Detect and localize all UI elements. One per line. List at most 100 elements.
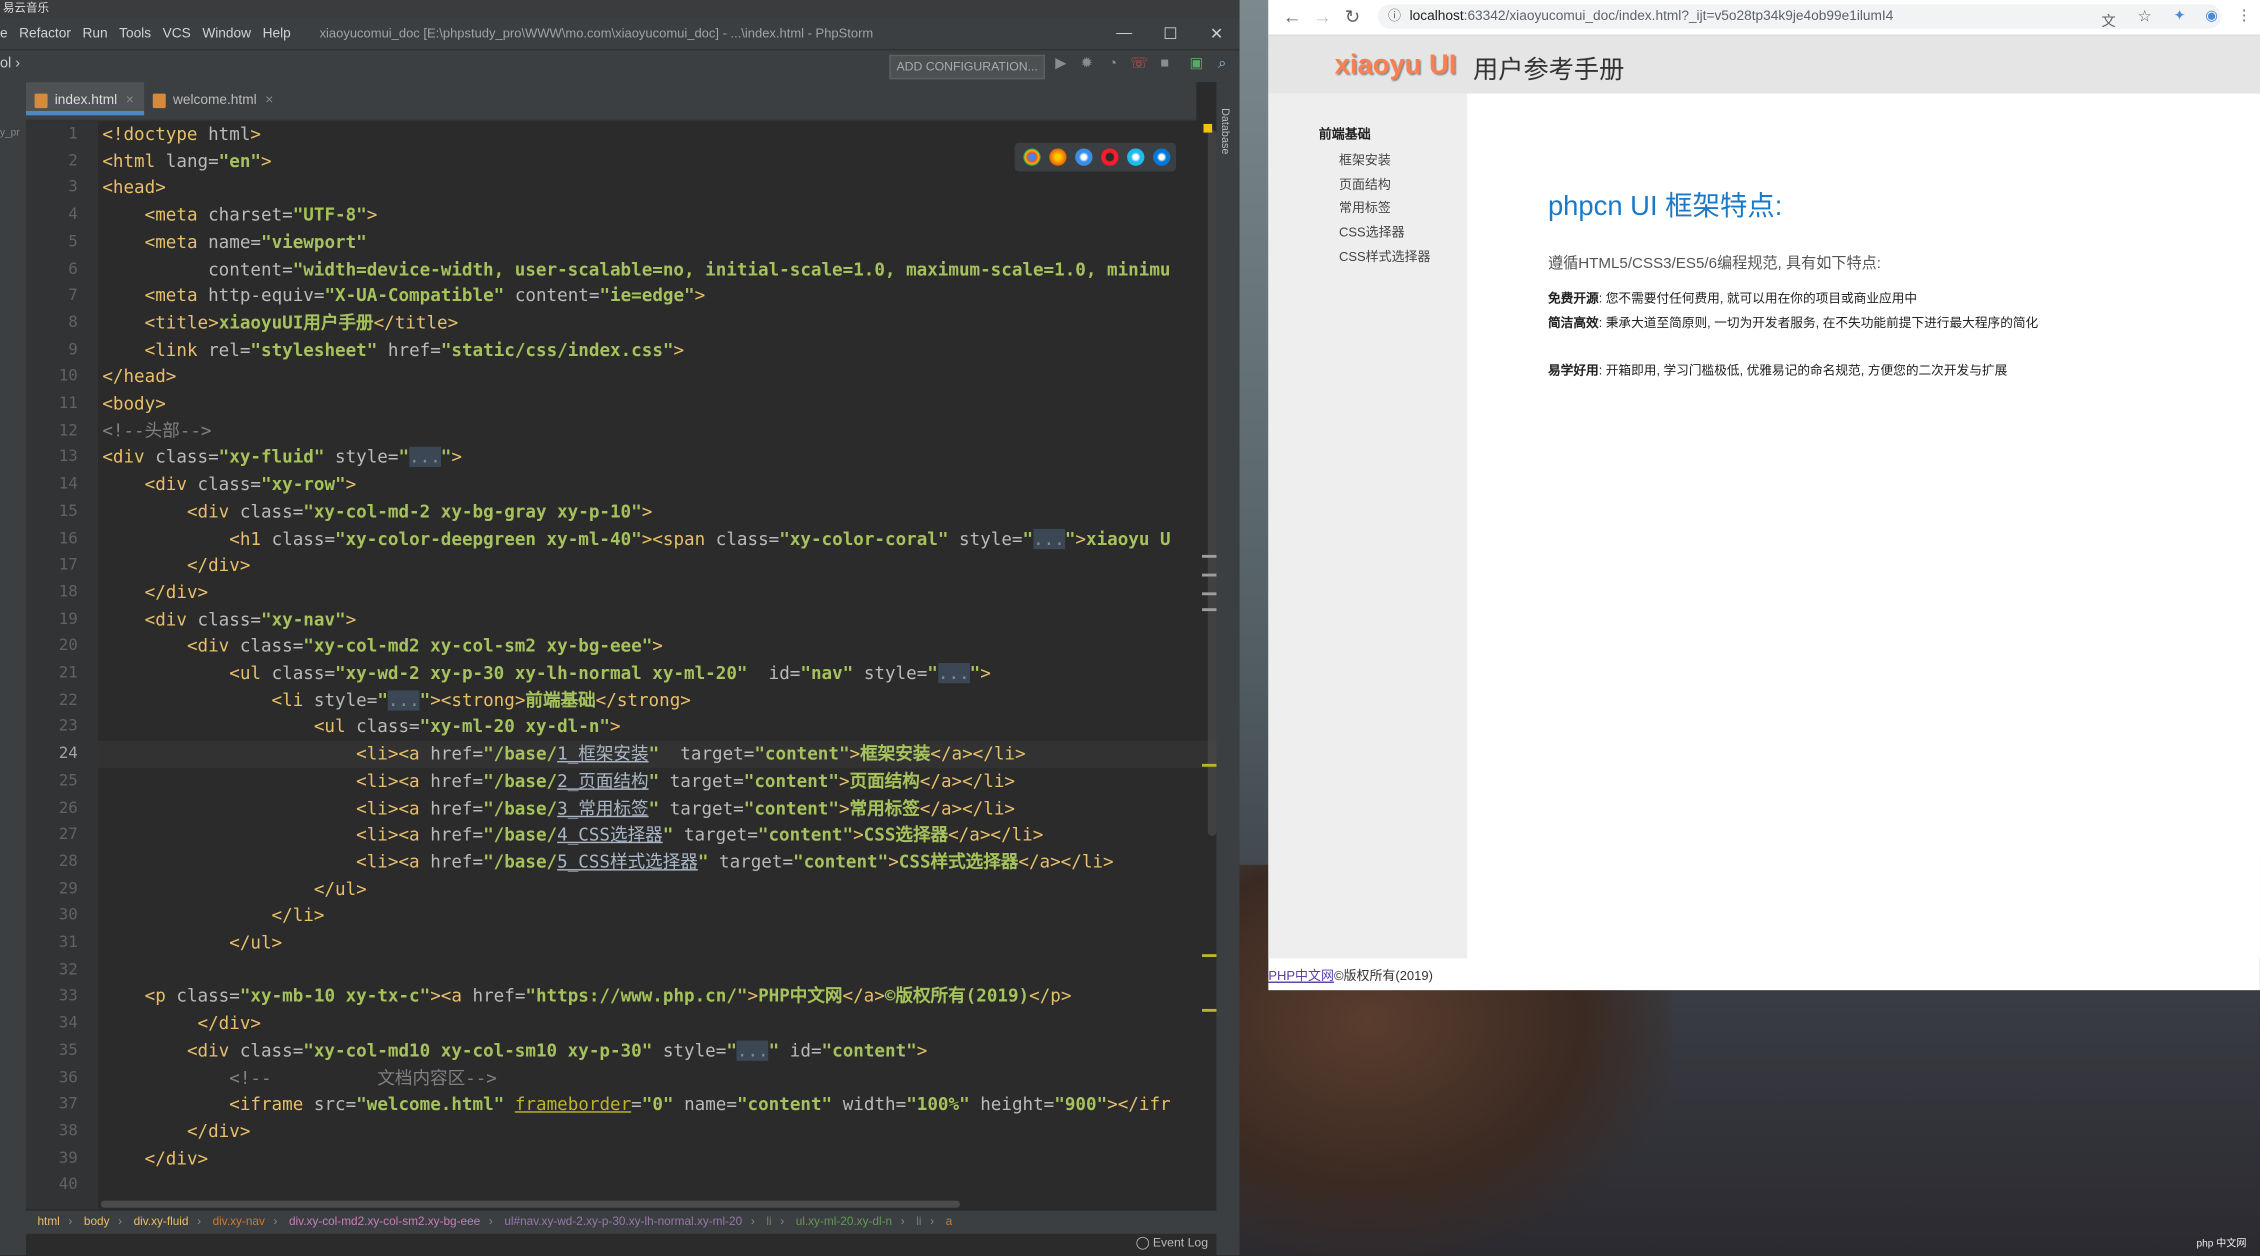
code-line[interactable]: <meta http-equiv="X-UA-Compatible" conte… <box>102 283 706 310</box>
add-configuration-button[interactable]: ADD CONFIGURATION... <box>889 54 1046 80</box>
terminal-icon[interactable]: ▣ <box>1188 56 1205 73</box>
code-line[interactable]: <p class="xy-mb-10 xy-tx-c"><a href="htt… <box>102 984 1072 1011</box>
safari-icon[interactable] <box>1075 148 1093 166</box>
menu-help[interactable]: Help <box>263 25 291 41</box>
tab-index-html[interactable]: index.html × <box>25 82 145 116</box>
tab-close-icon[interactable]: × <box>265 92 273 108</box>
code-line[interactable]: content="width=device-width, user-scalab… <box>102 256 1170 283</box>
code-line[interactable]: <ul class="xy-wd-2 xy-p-30 xy-lh-normal … <box>102 660 991 687</box>
maximize-button[interactable]: ☐ <box>1147 24 1193 42</box>
project-crumb[interactable]: ol › <box>0 56 20 72</box>
code-line[interactable]: <li><a href="/base/3_常用标签" target="conte… <box>102 795 1015 822</box>
sidebar-item-common-tags[interactable]: 常用标签 <box>1339 197 1391 216</box>
stop-icon[interactable]: ■ <box>1156 56 1173 73</box>
code-line[interactable]: <li><a href="/base/5_CSS样式选择器" target="c… <box>102 849 1113 876</box>
menu-tools[interactable]: Tools <box>119 25 151 41</box>
extension-icon[interactable]: ✦ <box>2173 9 2185 25</box>
menu-vcs[interactable]: VCS <box>163 25 191 41</box>
internet-explorer-icon[interactable] <box>1127 148 1145 166</box>
database-panel-label[interactable]: Database <box>1219 108 1232 154</box>
breadcrumb-item[interactable]: li <box>916 1215 921 1228</box>
close-button[interactable]: ✕ <box>1193 24 1239 42</box>
breadcrumb-item[interactable]: li <box>766 1215 771 1228</box>
breadcrumb-item[interactable]: html <box>37 1215 59 1228</box>
code-line[interactable]: </div> <box>102 1145 208 1172</box>
code-line[interactable]: <li><a href="/base/4_CSS选择器" target="con… <box>102 822 1043 849</box>
sidebar-item-page-structure[interactable]: 页面结构 <box>1339 174 1391 193</box>
code-line[interactable]: <li><a href="/base/1_框架安装" target="conte… <box>102 741 1025 768</box>
code-line[interactable]: <div class="xy-col-md2 xy-col-sm2 xy-bg-… <box>102 633 663 660</box>
code-line[interactable]: </ul> <box>102 876 367 903</box>
extension-icon[interactable]: ◉ <box>2205 9 2218 25</box>
code-line[interactable]: <div class="xy-nav"> <box>102 606 357 633</box>
code-line[interactable]: <li><a href="/base/2_页面结构" target="conte… <box>102 768 1015 795</box>
code-line[interactable]: <!doctype html> <box>102 121 261 148</box>
breadcrumb-item[interactable]: div.xy-nav <box>213 1215 265 1228</box>
code-line[interactable]: <!--头部--> <box>102 418 211 445</box>
breadcrumb-item[interactable]: div.xy-col-md2.xy-col-sm2.xy-bg-eee <box>289 1215 480 1228</box>
menu-refactor[interactable]: Refactor <box>19 25 71 41</box>
code-line[interactable]: </ul> <box>102 930 282 957</box>
code-line[interactable]: <ul class="xy-ml-20 xy-dl-n"> <box>102 714 621 741</box>
firefox-icon[interactable] <box>1049 148 1067 166</box>
breadcrumb-item[interactable]: div.xy-fluid <box>134 1215 189 1228</box>
code-line[interactable]: <li style="..."><strong>前端基础</strong> <box>102 687 691 714</box>
breadcrumb-item[interactable]: a <box>946 1215 953 1228</box>
code-line[interactable]: <iframe src="welcome.html" frameborder="… <box>102 1091 1170 1118</box>
horizontal-scrollbar[interactable] <box>100 1200 960 1208</box>
chrome-icon[interactable] <box>1023 148 1041 166</box>
code-line[interactable]: <body> <box>102 391 165 418</box>
run-icon[interactable]: ▶ <box>1052 56 1069 73</box>
tab-close-icon[interactable]: × <box>126 92 134 108</box>
code-line[interactable]: <!-- 文档内容区--> <box>102 1064 497 1091</box>
code-line[interactable]: </li> <box>102 903 325 930</box>
sidebar-item-framework-install[interactable]: 框架安装 <box>1339 150 1391 169</box>
edge-icon[interactable] <box>1153 148 1171 166</box>
code-line[interactable]: </head> <box>102 364 176 391</box>
inspection-status-icon[interactable] <box>1203 123 1213 133</box>
code-line[interactable]: <link rel="stylesheet" href="static/css/… <box>102 337 684 364</box>
vertical-scrollbar[interactable] <box>1207 129 1217 836</box>
code-line[interactable]: </div> <box>102 552 250 579</box>
code-line[interactable]: <title>xiaoyuUI用户手册</title> <box>102 310 459 337</box>
minimize-button[interactable]: — <box>1101 25 1147 42</box>
reload-icon[interactable]: ↻ <box>1345 6 1361 29</box>
code-line[interactable]: <meta charset="UTF-8"> <box>102 202 378 229</box>
breadcrumb-item[interactable]: body <box>84 1215 110 1228</box>
menu-window[interactable]: Window <box>202 25 251 41</box>
breadcrumb-item[interactable]: ul.xy-ml-20.xy-dl-n <box>796 1215 892 1228</box>
forward-icon[interactable]: → <box>1313 6 1332 28</box>
search-everywhere-icon[interactable]: ⌕ <box>1214 56 1231 73</box>
address-bar[interactable]: ⓘ localhost:63342/xiaoyucomui_doc/index.… <box>1377 4 2222 29</box>
code-editor[interactable]: <!doctype html> <html lang="en"> <head> <m… <box>98 121 1217 1209</box>
code-line[interactable]: <div class="xy-row"> <box>102 471 357 498</box>
code-line[interactable]: <h1 class="xy-color-deepgreen xy-ml-40">… <box>102 525 1171 552</box>
breadcrumb-item[interactable]: ul#nav.xy-wd-2.xy-p-30.xy-lh-normal.xy-m… <box>504 1215 742 1228</box>
debug-icon[interactable]: ✹ <box>1078 56 1095 73</box>
code-line[interactable]: <div class="xy-col-md10 xy-col-sm10 xy-p… <box>102 1037 927 1064</box>
code-line[interactable]: </div> <box>102 579 208 606</box>
translate-icon[interactable]: 文 <box>2101 9 2115 30</box>
footer-php-link[interactable]: PHP中文网 <box>1268 969 1334 983</box>
code-line[interactable]: <html lang="en"> <box>102 148 271 175</box>
back-icon[interactable]: ← <box>1283 6 1302 28</box>
code-line[interactable]: </div> <box>102 1118 250 1145</box>
sidebar-item-css-style-selectors[interactable]: CSS样式选择器 <box>1339 246 1431 265</box>
bookmark-star-icon[interactable]: ☆ <box>2137 7 2151 26</box>
netease-music-strip[interactable]: 易云音乐 <box>0 0 1240 18</box>
code-line[interactable]: </div> <box>102 1010 261 1037</box>
menu-icon[interactable]: ⋮ <box>2237 9 2251 25</box>
info-icon[interactable]: ⓘ <box>1388 4 1401 29</box>
code-line[interactable]: <div class="xy-col-md-2 xy-bg-gray xy-p-… <box>102 498 652 525</box>
opera-icon[interactable] <box>1101 148 1119 166</box>
code-line[interactable]: <div class="xy-fluid" style="..."> <box>102 444 462 471</box>
coverage-icon[interactable]: ◔ <box>1104 56 1121 73</box>
menu-run[interactable]: Run <box>82 25 107 41</box>
code-line[interactable]: <head> <box>102 175 165 202</box>
project-panel-label[interactable]: y_pr <box>0 128 20 138</box>
tab-welcome-html[interactable]: welcome.html × <box>144 82 288 119</box>
listen-debug-icon[interactable]: ☏ <box>1130 56 1148 73</box>
menu-edit[interactable]: e <box>0 25 8 41</box>
code-line[interactable]: <meta name="viewport" <box>102 229 367 256</box>
event-log-button[interactable]: ◯ Event Log <box>1136 1235 1208 1251</box>
